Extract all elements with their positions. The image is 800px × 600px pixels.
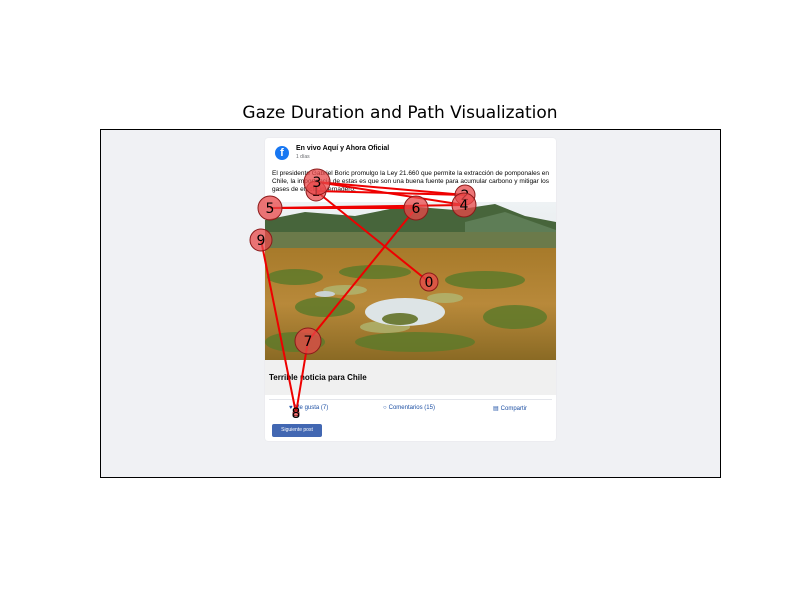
fixation-label-3: 3 [313,175,322,191]
fixation-label-5: 5 [266,201,275,217]
fixation-label-7: 7 [304,334,313,350]
gaze-overlay: 0123456789 [249,168,477,422]
scanpath-segment-8-9 [260,239,297,414]
fixation-label-6: 6 [412,201,421,217]
fixation-label-4: 4 [460,198,469,214]
fixation-label-9: 9 [257,233,266,249]
fixation-label-0: 0 [425,275,434,291]
fixation-label-8: 8 [292,406,301,422]
